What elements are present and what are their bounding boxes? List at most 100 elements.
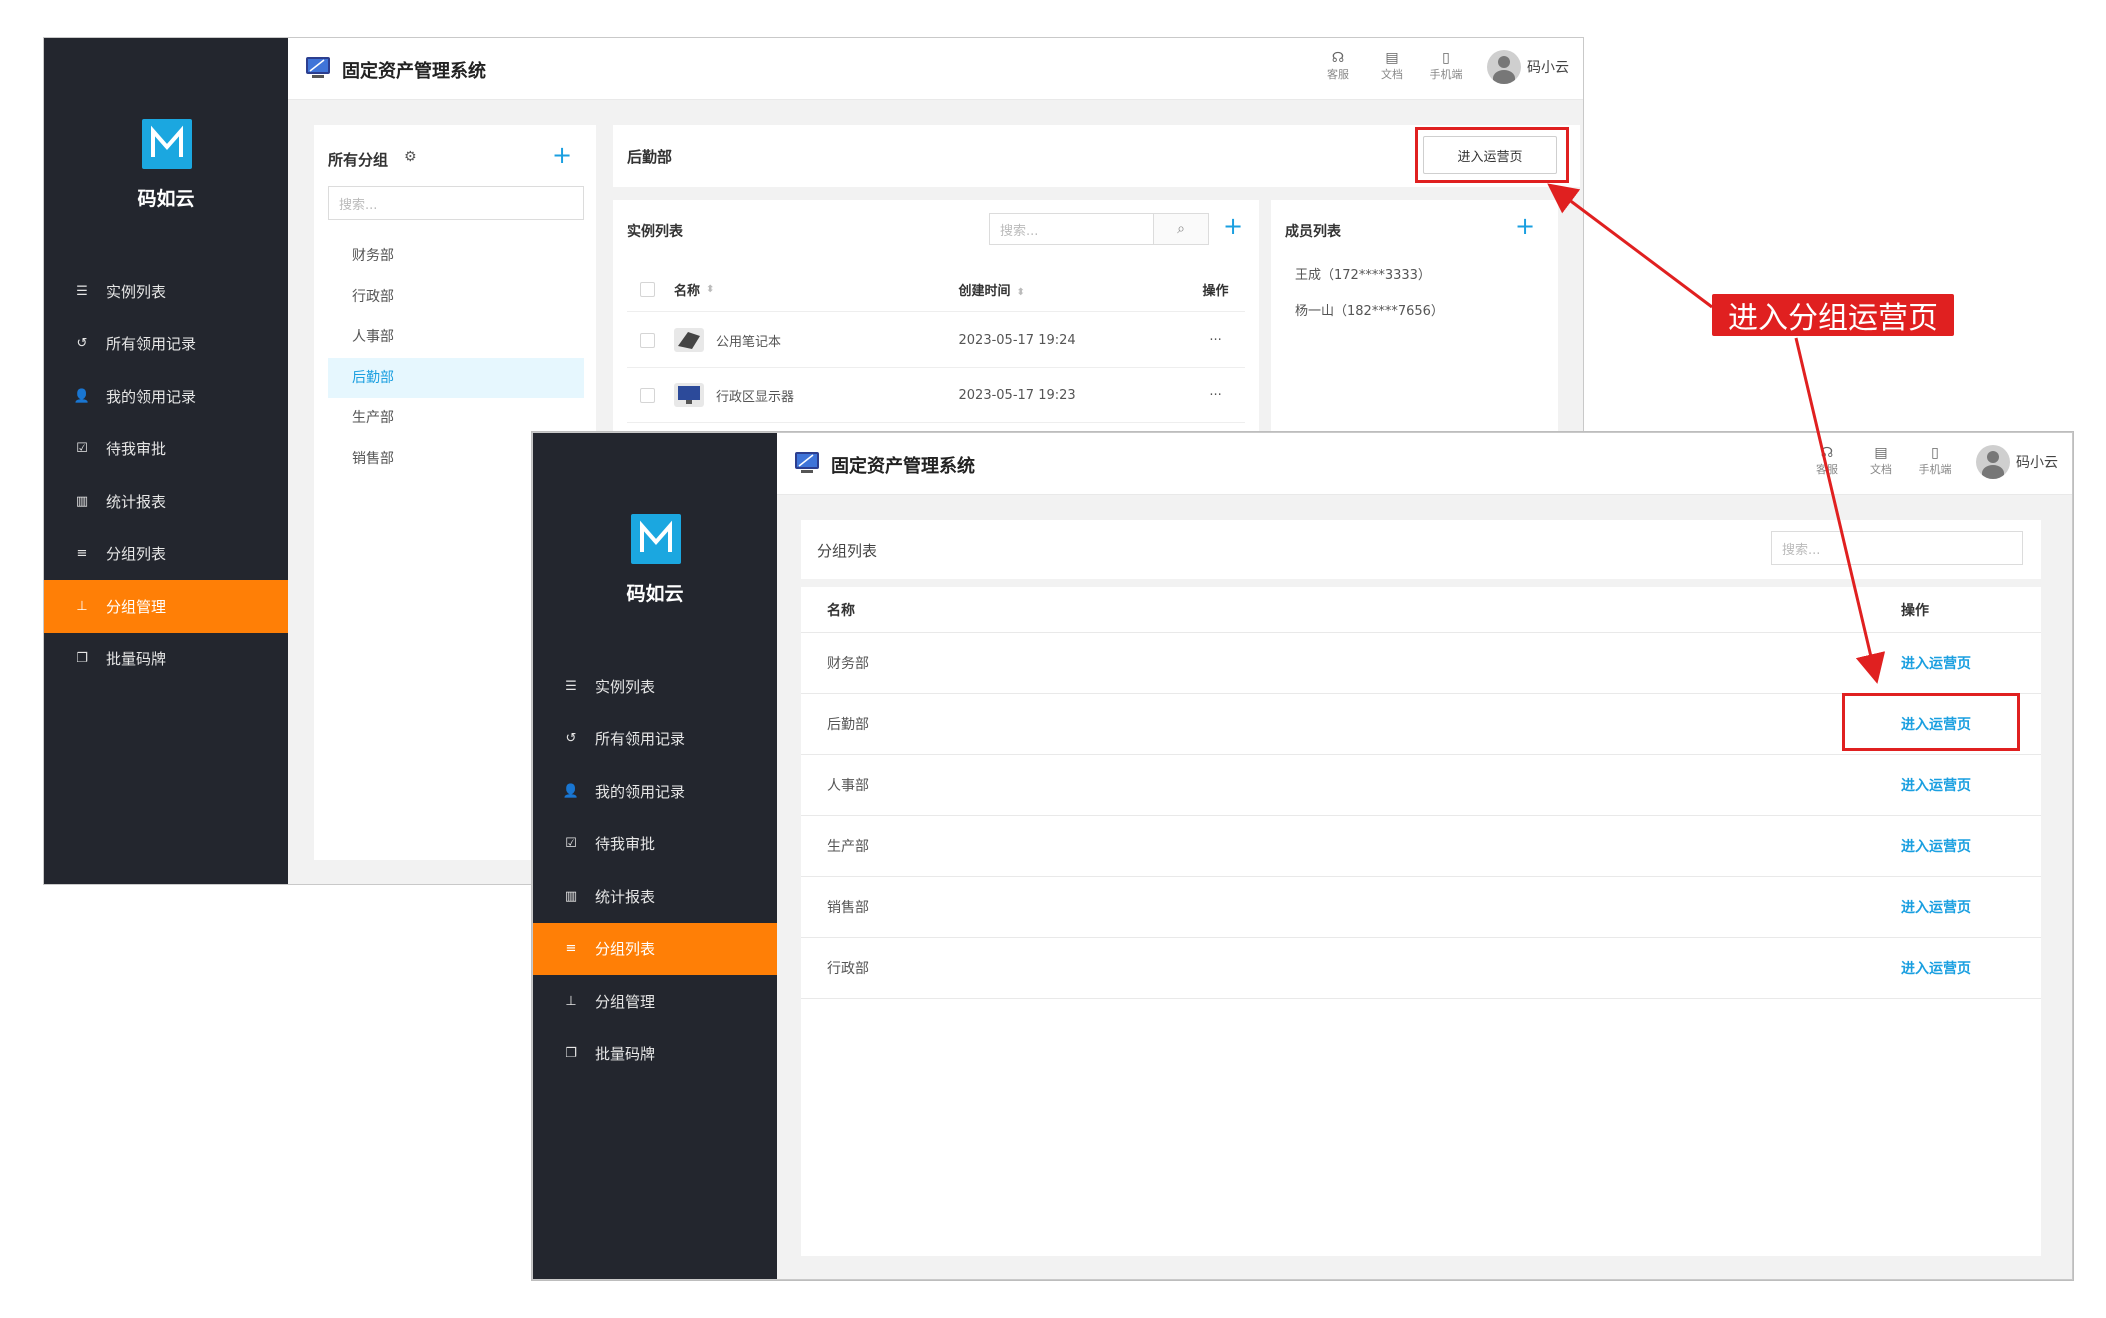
brand-name: 码如云	[626, 583, 684, 605]
group-list-title: 分组列表	[817, 542, 878, 560]
group-title: 后勤部	[627, 148, 673, 166]
group-item[interactable]: 财务部	[328, 236, 584, 277]
sidebar-item-batch-labels[interactable]: ❐ 批量码牌	[533, 1028, 777, 1081]
support-link[interactable]: ☊ 客服	[1800, 443, 1854, 477]
highlight-box	[1842, 693, 2020, 751]
sidebar-item-instances[interactable]: ☰ 实例列表	[533, 660, 777, 713]
sidebar-item-label: 批量码牌	[595, 1045, 656, 1064]
sidebar-item-label: 统计报表	[106, 492, 167, 511]
sidebar-item-approvals[interactable]: ☑ 待我审批	[44, 423, 288, 476]
sidebar-item-all-records[interactable]: ↺ 所有领用记录	[533, 713, 777, 766]
column-name: 名称	[674, 284, 701, 299]
enter-ops-link[interactable]: 进入运营页	[1901, 839, 1971, 855]
group-list-search-input[interactable]: 搜索...	[1771, 531, 2023, 565]
sidebar-item-group-management[interactable]: ⊥ 分组管理	[533, 975, 777, 1028]
bar-chart-icon: ▥	[75, 493, 89, 509]
brand-logo	[631, 514, 681, 564]
sidebar-item-group-list[interactable]: ≡ 分组列表	[533, 922, 777, 975]
docs-label: 文档	[1381, 68, 1403, 81]
groups-title: 所有分组	[328, 151, 389, 169]
sidebar-item-reports[interactable]: ▥ 统计报表	[533, 870, 777, 923]
group-item[interactable]: 人事部	[328, 317, 584, 358]
group-name: 生产部	[827, 839, 869, 855]
sidebar-item-label: 待我审批	[106, 440, 167, 459]
user-menu[interactable]: 码小云	[1487, 50, 1569, 84]
group-name: 销售部	[827, 900, 869, 916]
add-group-button[interactable]: +	[552, 143, 572, 167]
divider	[801, 579, 2041, 587]
headset-icon: ☊	[1820, 445, 1834, 461]
select-all-checkbox[interactable]	[640, 282, 655, 297]
instance-created: 2023-05-17 19:24	[958, 332, 1076, 348]
sort-icon[interactable]: ⬍	[1017, 287, 1025, 298]
group-item[interactable]: 行政部	[328, 277, 584, 318]
sidebar-item-reports[interactable]: ▥ 统计报表	[44, 475, 288, 528]
sidebar-menu: ☰ 实例列表 ↺ 所有领用记录 👤 我的领用记录 ☑ 待我审批 ▥ 统计报表 ≡ 分组列表 …	[533, 660, 777, 1080]
sidebar-item-group-management[interactable]: ⊥ 分组管理	[44, 580, 288, 633]
brand-name: 码如云	[137, 188, 195, 210]
top-bar: 固定资产管理系统 ☊ 客服 ▤ 文档 ▯ 手机端 码小云	[288, 38, 1583, 100]
search-icon[interactable]: ⌕	[1153, 213, 1209, 245]
group-search-input[interactable]: 搜索...	[328, 186, 584, 220]
sidebar-item-all-records[interactable]: ↺ 所有领用记录	[44, 318, 288, 371]
headset-icon: ☊	[1331, 50, 1345, 66]
row-checkbox[interactable]	[640, 387, 655, 403]
gear-icon[interactable]: ⚙	[404, 149, 417, 165]
table-row[interactable]: 公用笔记本 2023-05-17 19:24 ···	[627, 313, 1245, 368]
sidebar-item-label: 分组列表	[106, 545, 167, 564]
instance-name[interactable]: 行政区显示器	[716, 386, 794, 405]
sort-icon[interactable]: ⬍	[706, 284, 714, 295]
group-item-selected[interactable]: 后勤部	[328, 357, 584, 398]
add-instance-button[interactable]: +	[1223, 214, 1243, 238]
support-link[interactable]: ☊ 客服	[1311, 48, 1365, 82]
table-row: 销售部 进入运营页	[801, 877, 2041, 938]
sidebar-item-instances[interactable]: ☰ 实例列表	[44, 265, 288, 318]
add-member-button[interactable]: +	[1515, 214, 1535, 238]
sidebar-item-my-records[interactable]: 👤 我的领用记录	[533, 765, 777, 818]
app-title: 固定资产管理系统	[831, 456, 975, 477]
sidebar-item-my-records[interactable]: 👤 我的领用记录	[44, 370, 288, 423]
instance-name[interactable]: 公用笔记本	[716, 331, 781, 350]
group-name: 财务部	[827, 656, 869, 672]
phone-icon: ▯	[1931, 445, 1939, 461]
instance-created: 2023-05-17 19:23	[958, 387, 1076, 403]
table-row: 人事部 进入运营页	[801, 755, 2041, 816]
sidebar-item-label: 所有领用记录	[595, 730, 686, 749]
user-menu[interactable]: 码小云	[1976, 445, 2058, 479]
list-icon: ☰	[76, 283, 88, 299]
docs-link[interactable]: ▤ 文档	[1854, 443, 1908, 477]
enter-ops-link[interactable]: 进入运营页	[1901, 961, 1971, 977]
row-checkbox[interactable]	[640, 332, 655, 348]
checkbox-icon: ☑	[565, 836, 577, 852]
bar-chart-icon: ▥	[564, 888, 578, 904]
enter-ops-link[interactable]: 进入运营页	[1901, 778, 1971, 794]
more-actions-icon[interactable]: ···	[1186, 333, 1245, 348]
sidebar-item-batch-labels[interactable]: ❐ 批量码牌	[44, 633, 288, 686]
member-item: 杨一山（182****7656）	[1295, 304, 1444, 319]
cards-icon: ❐	[565, 1046, 577, 1062]
column-name: 名称	[827, 602, 855, 619]
user-check-icon: 👤	[562, 783, 580, 799]
support-label: 客服	[1327, 68, 1349, 81]
checkbox-icon: ☑	[76, 441, 88, 457]
mobile-link[interactable]: ▯ 手机端	[1419, 48, 1473, 82]
mobile-link[interactable]: ▯ 手机端	[1908, 443, 1962, 477]
column-action: 操作	[1901, 602, 1929, 619]
table-row: 行政部 进入运营页	[801, 938, 2041, 999]
sidebar-item-approvals[interactable]: ☑ 待我审批	[533, 818, 777, 871]
table-row[interactable]: 行政区显示器 2023-05-17 19:23 ···	[627, 368, 1245, 423]
group-name: 行政部	[827, 961, 869, 977]
monitor-icon	[306, 57, 330, 78]
mobile-label: 手机端	[1429, 68, 1463, 81]
menu-lines-icon: ≡	[565, 941, 577, 957]
more-actions-icon[interactable]: ···	[1186, 388, 1245, 403]
sidebar-item-group-list[interactable]: ≡ 分组列表	[44, 528, 288, 581]
docs-link[interactable]: ▤ 文档	[1365, 48, 1419, 82]
annotation-label: 进入分组运营页	[1712, 294, 1954, 336]
member-list: 王成（172****3333） 杨一山（182****7656）	[1295, 264, 1444, 336]
brand-logo	[142, 119, 192, 169]
history-icon: ↺	[565, 731, 577, 747]
enter-ops-link[interactable]: 进入运营页	[1901, 656, 1971, 672]
enter-ops-link[interactable]: 进入运营页	[1901, 900, 1971, 916]
top-actions: ☊ 客服 ▤ 文档 ▯ 手机端 码小云	[1311, 48, 1569, 84]
